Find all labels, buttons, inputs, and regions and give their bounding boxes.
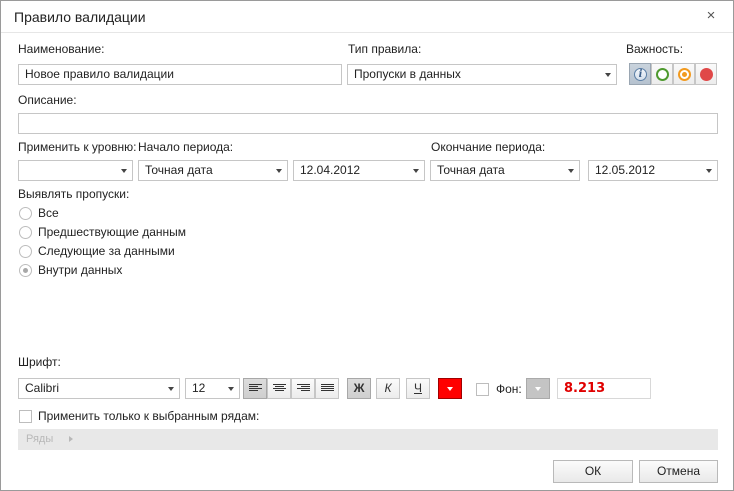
period-end-date-value: 12.05.2012 [595,163,656,177]
chevron-down-icon [121,169,127,173]
bold-button[interactable]: Ж [347,378,371,399]
selected-rows-checkbox[interactable] [19,410,32,423]
font-preview: 8.213 [557,378,651,399]
info-icon: i [634,68,647,81]
chevron-down-icon [447,387,453,391]
font-family-select[interactable]: Calibri [18,378,180,399]
apply-level-label: Применить к уровню: [18,140,137,154]
period-end-label: Окончание периода: [431,140,546,154]
importance-low-button[interactable] [651,63,673,85]
text-color-button[interactable] [438,378,462,399]
chevron-down-icon [228,387,234,391]
title-bar: Правило валидации × [1,1,733,32]
radio-label: Следующие за данными [38,244,175,258]
period-end-date-picker[interactable]: 12.05.2012 [588,160,718,181]
rule-type-label: Тип правила: [348,42,422,56]
align-justify-button[interactable] [315,378,339,399]
name-input[interactable]: Новое правило валидации [18,64,342,85]
align-left-icon [249,384,262,393]
rows-breadcrumb[interactable]: Ряды [26,433,53,445]
radio-label: Все [38,206,59,220]
chevron-down-icon [168,387,174,391]
rule-type-select[interactable]: Пропуски в данных [347,64,617,85]
align-right-icon [297,384,310,393]
period-end-type-select[interactable]: Точная дата [430,160,580,181]
align-left-button[interactable] [243,378,267,399]
background-checkbox[interactable] [476,383,489,396]
radio-label: Предшествующие данным [38,225,187,239]
align-center-icon [273,384,286,393]
radio-button[interactable] [19,245,32,258]
background-color-button[interactable] [526,378,550,399]
dialog-title: Правило валидации [14,9,146,25]
green-circle-icon [656,68,669,81]
importance-selector: i [629,63,718,85]
font-size-value: 12 [192,381,206,395]
chevron-down-icon [276,169,282,173]
align-justify-icon [321,384,334,393]
font-family-value: Calibri [25,381,60,395]
period-start-type-value: Точная дата [145,163,213,177]
font-label: Шрифт: [18,355,61,369]
importance-medium-button[interactable] [673,63,695,85]
underline-button[interactable]: Ч [406,378,430,399]
radio-button[interactable] [19,264,32,277]
validation-rule-dialog: Правило валидации × Наименование: Новое … [0,0,734,491]
radio-button[interactable] [19,226,32,239]
title-divider [1,32,733,33]
orange-circle-icon [678,68,691,81]
selected-rows-label: Применить только к выбранным рядам: [38,409,260,423]
chevron-down-icon [706,169,712,173]
description-label: Описание: [18,93,77,107]
period-start-label: Начало периода: [138,140,234,154]
importance-info-button[interactable]: i [629,63,651,85]
name-label: Наименование: [18,42,105,56]
period-start-date-value: 12.04.2012 [300,163,361,177]
importance-label: Важность: [626,42,684,56]
importance-high-button[interactable] [695,63,717,85]
period-start-type-select[interactable]: Точная дата [138,160,288,181]
font-size-select[interactable]: 12 [185,378,240,399]
align-right-button[interactable] [291,378,315,399]
close-icon[interactable]: × [703,8,719,24]
chevron-down-icon [535,387,541,391]
red-circle-icon [700,68,713,81]
ok-button[interactable]: ОК [553,460,633,483]
detect-gaps-label: Выявлять пропуски: [18,187,130,201]
period-start-date-picker[interactable]: 12.04.2012 [293,160,425,181]
description-input[interactable] [18,113,718,134]
chevron-down-icon [605,73,611,77]
italic-button[interactable]: К [376,378,400,399]
chevron-down-icon [568,169,574,173]
align-center-button[interactable] [267,378,291,399]
apply-level-select[interactable] [18,160,133,181]
cancel-button[interactable]: Отмена [639,460,718,483]
chevron-down-icon [413,169,419,173]
background-label: Фон: [496,382,522,396]
rows-bar: Ряды [18,429,718,450]
chevron-right-icon [69,436,73,442]
period-end-type-value: Точная дата [437,163,505,177]
radio-label: Внутри данных [38,263,123,277]
radio-button[interactable] [19,207,32,220]
rule-type-value: Пропуски в данных [354,67,461,81]
